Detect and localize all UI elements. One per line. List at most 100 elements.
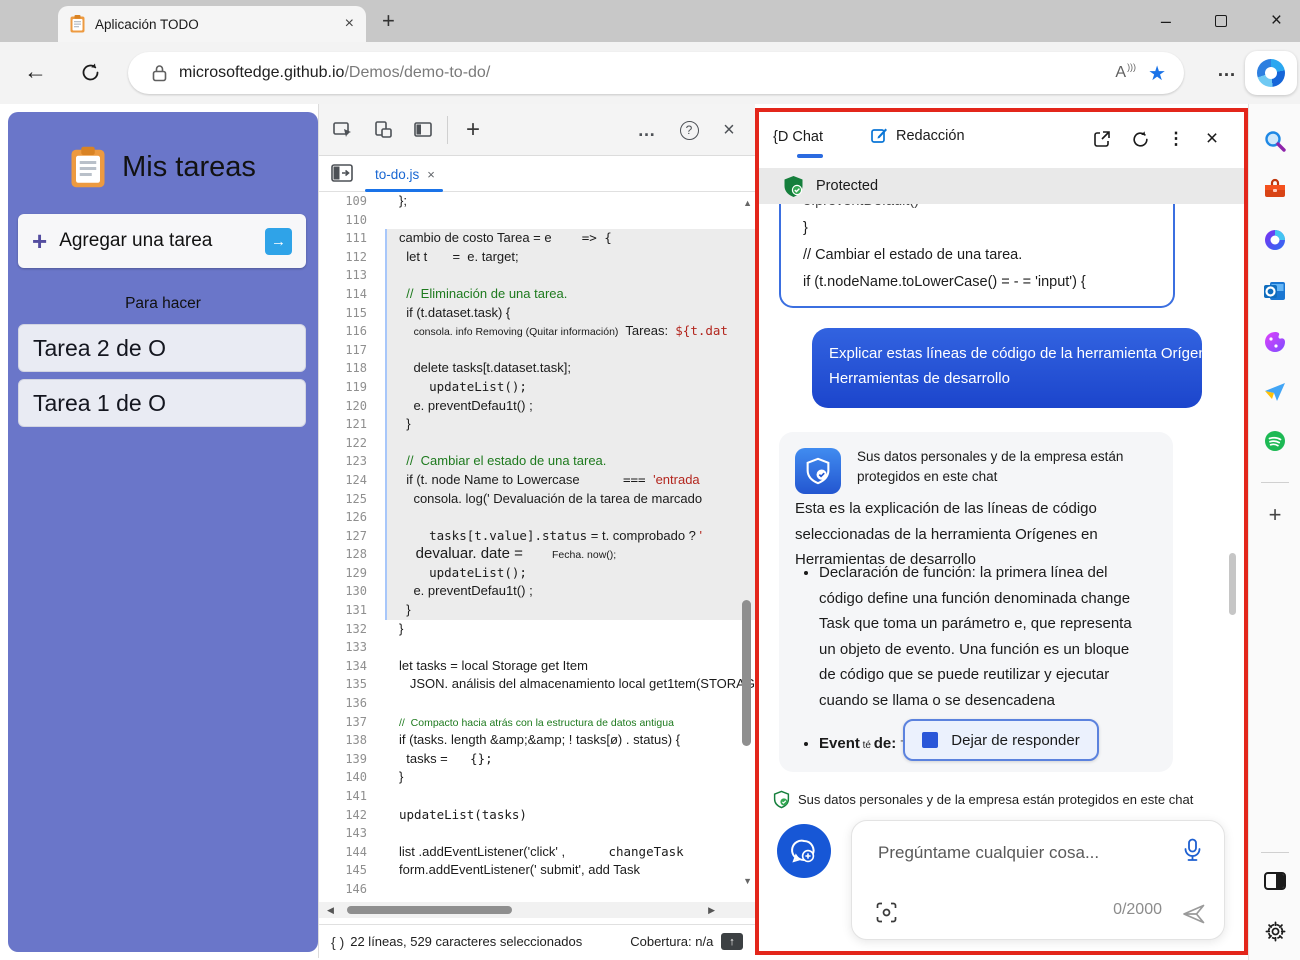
- inspect-element-icon[interactable]: [331, 118, 355, 142]
- line-number[interactable]: 120: [319, 397, 373, 416]
- sidebar-add-icon[interactable]: +: [1262, 502, 1288, 528]
- device-emulation-icon[interactable]: [371, 118, 395, 142]
- devtools-close-icon[interactable]: ×: [717, 118, 741, 142]
- line-number[interactable]: 144: [319, 843, 373, 862]
- code-editor[interactable]: 109};110111cambio de costo Tarea = e => …: [319, 192, 755, 899]
- line-number[interactable]: 132: [319, 620, 373, 639]
- line-number[interactable]: 116: [319, 322, 373, 341]
- line-number[interactable]: 126: [319, 508, 373, 527]
- microphone-icon[interactable]: [1183, 838, 1202, 862]
- scroll-right-icon[interactable]: ▶: [708, 905, 715, 916]
- chat-input[interactable]: [878, 843, 1148, 863]
- line-number[interactable]: 114: [319, 285, 373, 304]
- chat-menu-kebab-icon[interactable]: ⋮: [1163, 126, 1189, 152]
- line-number[interactable]: 135: [319, 675, 373, 694]
- line-number[interactable]: 109: [319, 192, 373, 211]
- line-number[interactable]: 137: [319, 713, 373, 732]
- help-icon[interactable]: ?: [677, 118, 701, 142]
- line-number[interactable]: 141: [319, 787, 373, 806]
- window-close-button[interactable]: ×: [1271, 10, 1282, 32]
- line-number[interactable]: 112: [319, 248, 373, 267]
- line-number[interactable]: 115: [319, 304, 373, 323]
- tab-compose[interactable]: Redacción: [871, 127, 965, 144]
- line-number[interactable]: 123: [319, 452, 373, 471]
- settings-gear-icon[interactable]: [1262, 918, 1288, 944]
- upload-icon[interactable]: ↑: [721, 933, 743, 950]
- line-number[interactable]: 110: [319, 211, 373, 230]
- open-in-window-icon[interactable]: [1089, 126, 1115, 152]
- back-button[interactable]: ←: [24, 58, 47, 85]
- browser-tab[interactable]: Aplicación TODO ×: [58, 6, 366, 42]
- new-topic-button[interactable]: [777, 824, 831, 878]
- add-task-button[interactable]: + Agregar una tarea →: [18, 214, 306, 268]
- sidebar-toggle-icon[interactable]: [1262, 868, 1288, 894]
- todo-task-item[interactable]: Tarea 2 de O: [18, 324, 306, 372]
- line-number[interactable]: 142: [319, 806, 373, 825]
- tab-close-icon[interactable]: ×: [345, 15, 354, 33]
- protected-label: Protected: [816, 178, 878, 194]
- format-braces-icon[interactable]: { ): [331, 934, 344, 950]
- new-tab-button[interactable]: +: [382, 8, 395, 34]
- chat-refresh-icon[interactable]: [1127, 126, 1153, 152]
- submit-task-button[interactable]: →: [265, 228, 292, 255]
- refresh-button[interactable]: [80, 62, 101, 83]
- line-number[interactable]: 127: [319, 527, 373, 546]
- navigator-toggle-icon[interactable]: [331, 163, 353, 183]
- tab-chat[interactable]: {D Chat: [773, 129, 823, 145]
- line-number[interactable]: 111: [319, 229, 373, 248]
- line-number[interactable]: 138: [319, 731, 373, 750]
- devtools-new-tab-icon[interactable]: +: [461, 118, 485, 142]
- dock-side-icon[interactable]: [411, 118, 435, 142]
- vertical-scrollbar-thumb[interactable]: [742, 600, 751, 746]
- chat-close-icon[interactable]: ×: [1199, 126, 1225, 152]
- line-number[interactable]: 131: [319, 601, 373, 620]
- line-number[interactable]: 133: [319, 638, 373, 657]
- microsoft-365-icon[interactable]: [1262, 227, 1288, 253]
- browser-menu-icon[interactable]: …: [1217, 60, 1238, 82]
- tools-icon[interactable]: [1262, 176, 1288, 202]
- scroll-left-icon[interactable]: ◀: [327, 905, 334, 916]
- copilot-button[interactable]: [1245, 51, 1297, 95]
- read-aloud-icon[interactable]: A))): [1115, 64, 1136, 82]
- devtools-menu-icon[interactable]: …: [635, 118, 659, 142]
- line-number[interactable]: 139: [319, 750, 373, 769]
- chat-scrollbar-thumb[interactable]: [1229, 553, 1236, 615]
- line-number[interactable]: 124: [319, 471, 373, 490]
- line-number[interactable]: 134: [319, 657, 373, 676]
- screenshot-icon[interactable]: [876, 902, 897, 923]
- line-number[interactable]: 130: [319, 582, 373, 601]
- todo-task-item[interactable]: Tarea 1 de O: [18, 379, 306, 427]
- chat-input-card[interactable]: 0/2000: [851, 820, 1225, 940]
- line-number[interactable]: 143: [319, 824, 373, 843]
- line-number[interactable]: 136: [319, 694, 373, 713]
- maximize-button[interactable]: [1215, 15, 1227, 27]
- search-icon[interactable]: [1262, 128, 1288, 154]
- horizontal-scrollbar-thumb[interactable]: [347, 906, 512, 914]
- stop-responding-button[interactable]: Dejar de responder: [903, 719, 1099, 761]
- line-number[interactable]: 128: [319, 545, 373, 564]
- spotify-icon[interactable]: [1262, 428, 1288, 454]
- line-number[interactable]: 146: [319, 880, 373, 899]
- line-number[interactable]: 122: [319, 434, 373, 453]
- scroll-up-icon[interactable]: ▲: [743, 198, 752, 208]
- line-number[interactable]: 118: [319, 359, 373, 378]
- minimize-button[interactable]: –: [1161, 11, 1171, 32]
- line-number[interactable]: 125: [319, 490, 373, 509]
- tab-close-icon[interactable]: ×: [427, 167, 435, 182]
- line-number[interactable]: 140: [319, 768, 373, 787]
- scroll-down-icon[interactable]: ▼: [743, 876, 752, 886]
- designer-icon[interactable]: [1262, 329, 1288, 355]
- line-number[interactable]: 117: [319, 341, 373, 360]
- line-number[interactable]: 119: [319, 378, 373, 397]
- send-icon[interactable]: [1182, 903, 1206, 925]
- line-number[interactable]: 129: [319, 564, 373, 583]
- horizontal-scrollbar[interactable]: ◀ ▶: [319, 902, 755, 918]
- line-number[interactable]: 145: [319, 861, 373, 880]
- url-bar[interactable]: microsoftedge.github.io/Demos/demo-to-do…: [128, 52, 1184, 94]
- favorites-star-icon[interactable]: ★: [1148, 61, 1166, 86]
- drop-icon[interactable]: [1262, 379, 1288, 405]
- line-number[interactable]: 121: [319, 415, 373, 434]
- line-number[interactable]: 113: [319, 266, 373, 285]
- source-file-tab[interactable]: to-do.js ×: [369, 156, 441, 192]
- outlook-icon[interactable]: [1262, 278, 1288, 304]
